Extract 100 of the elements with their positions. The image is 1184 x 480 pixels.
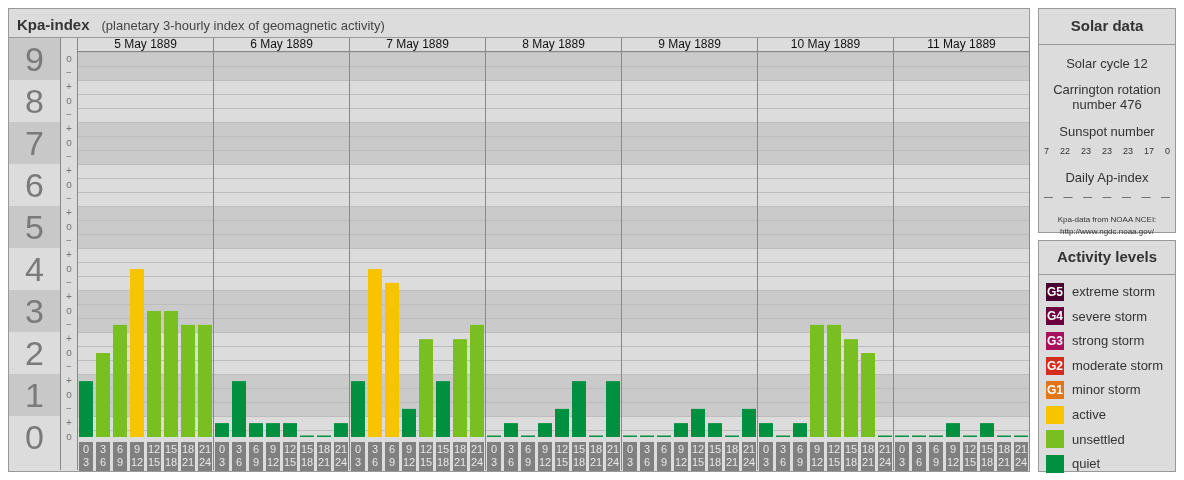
axis-label: 0 (25, 417, 44, 458)
bar (249, 423, 263, 437)
axis-label: + (66, 164, 72, 178)
hour-label: 15 18 (708, 442, 722, 471)
hour-label: 21 24 (1014, 442, 1028, 471)
hour-label: 21 24 (742, 442, 756, 471)
panel-title: Kpa-index (17, 15, 90, 35)
level-label: unsettled (1072, 430, 1125, 449)
axis-label: o (66, 262, 72, 276)
axis-label: 4 (25, 249, 44, 290)
hour-label: 0 3 (215, 442, 229, 471)
axis-label: 2 (25, 333, 44, 374)
hour-label: 21 24 (334, 442, 348, 471)
hour-label: 9 12 (538, 442, 552, 471)
bar (980, 423, 994, 437)
axis-label: − (66, 318, 72, 332)
date-label: 8 May 1889 (522, 38, 585, 51)
axis-label: − (66, 234, 72, 248)
bar (742, 408, 756, 437)
source-url: http://www.ngdc.noaa.gov/ (1060, 226, 1154, 238)
sunspot-value: 7 (1044, 144, 1049, 158)
axis-label: − (66, 108, 72, 122)
axis-label: o (66, 346, 72, 360)
hour-label: 3 6 (640, 442, 654, 471)
bar (555, 408, 569, 437)
hour-label: 0 3 (487, 442, 501, 471)
axis-label: 1 (25, 375, 44, 416)
hour-label: 6 9 (521, 442, 535, 471)
sunspot-value: 23 (1101, 144, 1112, 158)
hour-label: 6 9 (929, 442, 943, 471)
bar (759, 423, 773, 437)
bar (351, 381, 365, 437)
bar (334, 423, 348, 437)
sunspot-value: 23 (1080, 144, 1091, 158)
axis-label: − (66, 192, 72, 206)
level-badge: G2 (1046, 356, 1064, 375)
axis-label: + (66, 206, 72, 220)
bar (266, 423, 280, 437)
hour-label: 3 6 (368, 442, 382, 471)
axis-label: + (66, 416, 72, 430)
bar (708, 423, 722, 437)
axis-label: + (66, 80, 72, 94)
axis-label: 9 (25, 39, 44, 80)
bar (572, 381, 586, 437)
date-label: 6 May 1889 (250, 38, 313, 51)
sunspot-value: 0 (1164, 144, 1170, 158)
hour-label: 12 15 (147, 442, 161, 471)
bar (691, 408, 705, 437)
ap-index-value: — (1063, 190, 1073, 204)
level-label: extreme storm (1072, 283, 1156, 302)
ap-index-value: — (1044, 190, 1053, 204)
hour-label: 3 6 (776, 442, 790, 471)
level-label: strong storm (1072, 332, 1145, 351)
hour-label: 21 24 (606, 442, 620, 471)
panel-title: Activity levels (1039, 241, 1175, 275)
level-label: active (1072, 406, 1106, 424)
sunspot-value: 17 (1143, 144, 1154, 158)
date-label: 7 May 1889 (386, 38, 449, 51)
hour-label: 0 3 (623, 442, 637, 471)
axis-label: o (66, 52, 72, 66)
axis-label: − (66, 360, 72, 374)
level-badge: G3 (1046, 332, 1064, 350)
data-source: Kpa-data from NOAA NCEI: (1057, 214, 1157, 226)
hour-label: 15 18 (844, 442, 858, 471)
hour-label: 0 3 (759, 442, 773, 471)
ap-index-value: — (1161, 190, 1170, 204)
axis-label: − (66, 150, 72, 164)
hour-label: 18 21 (181, 442, 195, 471)
bar (436, 381, 450, 437)
axis-label: o (66, 220, 72, 234)
hour-label: 18 21 (317, 442, 331, 471)
hour-label: 21 24 (470, 442, 484, 471)
hour-label: 6 9 (657, 442, 671, 471)
hour-label: 18 21 (997, 442, 1011, 471)
hour-label: 15 18 (164, 442, 178, 471)
bar (232, 381, 246, 437)
axis-label: + (66, 122, 72, 136)
date-label: 10 May 1889 (790, 38, 861, 51)
hour-label: 9 12 (946, 442, 960, 471)
sunspot-label: Sunspot number (1059, 123, 1155, 141)
hour-label: 6 9 (249, 442, 263, 471)
bar (79, 381, 93, 437)
bar (504, 423, 518, 437)
hour-label: 6 9 (793, 442, 807, 471)
axis-label: o (66, 388, 72, 402)
ap-index-value: — (1141, 190, 1151, 204)
axis-label: o (66, 136, 72, 150)
hour-label: 18 21 (725, 442, 739, 471)
bar (538, 423, 552, 437)
ap-index-value: — (1122, 190, 1131, 204)
hour-label: 18 21 (453, 442, 467, 471)
axis-label: 8 (25, 81, 44, 122)
axis-label: 6 (25, 165, 44, 206)
hour-label: 12 15 (963, 442, 977, 471)
hour-label: 9 12 (402, 442, 416, 471)
hour-label: 15 18 (300, 442, 314, 471)
axis-label: 7 (25, 123, 44, 164)
hour-label: 15 18 (436, 442, 450, 471)
hour-label: 0 3 (895, 442, 909, 471)
hour-label: 12 15 (691, 442, 705, 471)
